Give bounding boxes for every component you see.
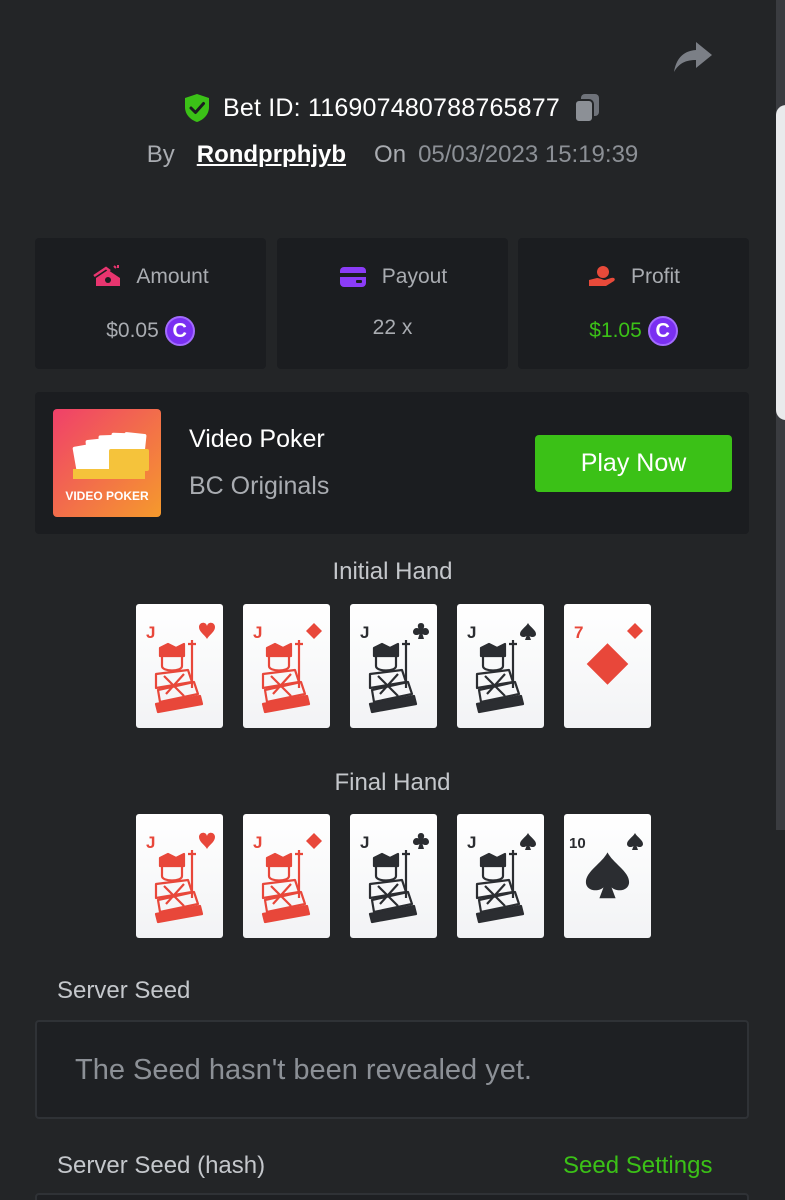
profit-label: Profit: [630, 265, 680, 288]
jack-figure: [154, 640, 204, 714]
profit-value: $1.05: [589, 319, 642, 342]
playing-card: J: [136, 604, 223, 728]
club-icon: [413, 623, 429, 639]
seed-settings-link[interactable]: Seed Settings: [563, 1152, 712, 1180]
diamond-card-face: J: [253, 833, 322, 924]
jack-figure: [368, 850, 418, 924]
server-seed-hash-label: Server Seed (hash): [57, 1152, 266, 1179]
card-rank: J: [253, 833, 262, 852]
jack-figure: [261, 850, 311, 924]
spade-icon: [520, 833, 536, 850]
bet-meta-row: By Rondprphjyb On 05/03/2023 15:19:39: [0, 141, 785, 169]
jack-figure: [475, 640, 525, 714]
playing-card: J: [243, 814, 330, 938]
on-label: On: [374, 141, 407, 168]
game-thumbnail[interactable]: VIDEO POKER: [53, 409, 161, 517]
play-now-button[interactable]: Play Now: [535, 435, 732, 492]
copy-button[interactable]: [572, 92, 602, 124]
amount-stat: Amount $0.05 C: [35, 238, 266, 369]
payout-value: 22 x: [372, 316, 413, 339]
club-card-face: J: [360, 833, 429, 924]
final-hand-title: Final Hand: [334, 769, 451, 796]
heart-icon: [199, 622, 215, 639]
diamond-pip: [586, 643, 629, 685]
card-rank: J: [146, 623, 155, 642]
diamond-icon: [627, 623, 643, 639]
club-card-face: J: [360, 623, 429, 714]
amount-value: $0.05: [106, 319, 159, 342]
playing-card: J: [457, 814, 544, 938]
jack-figure: [261, 640, 311, 714]
share-button[interactable]: [672, 38, 714, 76]
shield-check-icon: [185, 94, 209, 122]
spade-card-face: J: [467, 623, 536, 714]
card-rank: 10: [569, 835, 586, 852]
coin-icon: C: [647, 316, 678, 346]
playing-card: J: [243, 604, 330, 728]
profit-stat: Profit $1.05 C: [518, 238, 749, 369]
initial-hand-cards: J J J J 7: [136, 604, 651, 728]
bet-datetime: 05/03/2023 15:19:39: [418, 141, 639, 168]
by-label: By: [146, 141, 175, 168]
card-rank: J: [253, 623, 262, 642]
final-hand-cards: J J J J 10: [136, 814, 651, 938]
spade-card-face: 10: [569, 833, 643, 899]
initial-hand-title: Initial Hand: [332, 558, 453, 585]
playing-card: J: [136, 814, 223, 938]
jack-figure: [154, 850, 204, 924]
server-seed-field[interactable]: The Seed hasn't been revealed yet.: [35, 1020, 749, 1119]
thumbnail-title: VIDEO POKER: [65, 489, 149, 503]
server-seed-value: The Seed hasn't been revealed yet.: [75, 1054, 532, 1086]
username-link[interactable]: Rondprphjyb: [197, 141, 346, 169]
card-rank: J: [467, 623, 476, 642]
money-stack-icon: [93, 265, 121, 286]
heart-icon: [199, 832, 215, 849]
payout-stat: Payout 22 x: [277, 238, 508, 369]
card-rank: J: [360, 833, 369, 852]
playing-card: J: [457, 604, 544, 728]
server-seed-hash-field[interactable]: [35, 1193, 749, 1200]
jack-figure: [368, 640, 418, 714]
card-rank: J: [146, 833, 155, 852]
coin-icon: C: [164, 316, 195, 346]
bet-id-row: Bet ID: 116907480788765877: [0, 92, 785, 124]
card-rank: 7: [574, 623, 583, 642]
copy-icon: [573, 94, 599, 123]
diamond-icon: [306, 623, 322, 639]
spade-icon: [627, 833, 643, 850]
diamond-icon: [306, 833, 322, 849]
playing-card: 7: [564, 604, 651, 728]
heart-card-face: J: [146, 832, 215, 924]
heart-card-face: J: [146, 622, 215, 714]
diamond-card-face: J: [253, 623, 322, 714]
club-icon: [413, 833, 429, 849]
share-arrow-icon: [674, 42, 712, 72]
card-rank: J: [360, 623, 369, 642]
spade-pip: [585, 852, 630, 899]
game-name: Video Poker: [189, 425, 325, 453]
playing-card: 10: [564, 814, 651, 938]
hand-coin-icon: [588, 266, 615, 286]
game-card: VIDEO POKER Video Poker BC Originals Pla…: [35, 392, 749, 534]
payout-label: Payout: [381, 265, 448, 288]
card-rank: J: [467, 833, 476, 852]
game-provider: BC Originals: [189, 472, 330, 500]
playing-card: J: [350, 604, 437, 728]
spade-card-face: J: [467, 833, 536, 924]
jack-figure: [475, 850, 525, 924]
spade-icon: [520, 623, 536, 640]
playing-card: J: [350, 814, 437, 938]
amount-label: Amount: [136, 265, 209, 288]
wallet-card-icon: [339, 267, 366, 287]
diamond-card-face: 7: [574, 623, 643, 685]
server-seed-label: Server Seed: [57, 977, 191, 1004]
bet-id: Bet ID: 116907480788765877: [223, 93, 560, 122]
